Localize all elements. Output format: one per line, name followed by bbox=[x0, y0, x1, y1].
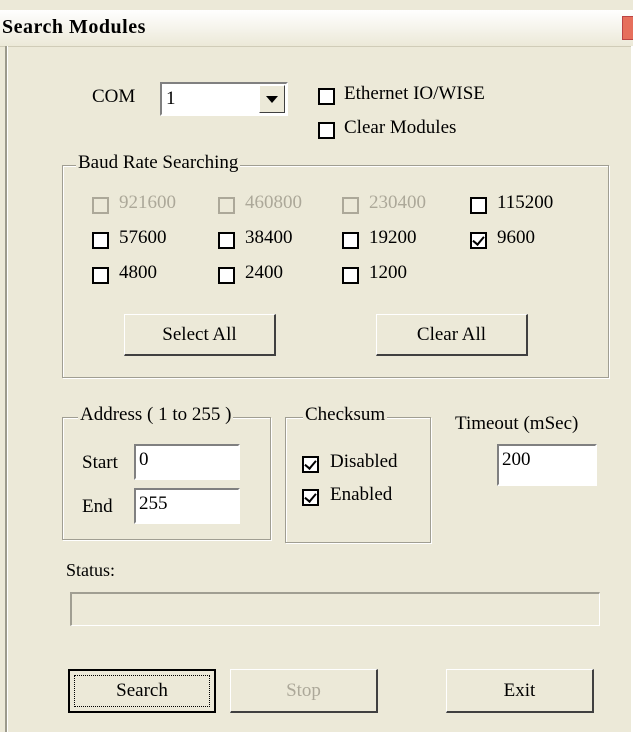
baud-1200-label: 1200 bbox=[369, 262, 407, 283]
stop-button[interactable]: Stop bbox=[230, 669, 378, 713]
baud-4800-label: 4800 bbox=[119, 262, 157, 283]
clear-modules-label: Clear Modules bbox=[344, 117, 457, 138]
checksum-disabled-checkbox[interactable] bbox=[302, 456, 319, 473]
title-bar[interactable]: Search Modules bbox=[0, 10, 633, 47]
timeout-input[interactable]: 200 bbox=[497, 444, 597, 486]
checksum-group-label: Checksum bbox=[303, 404, 388, 426]
baud-rate-group-label: Baud Rate Searching bbox=[76, 152, 241, 174]
baud-2400-checkbox[interactable] bbox=[218, 267, 235, 284]
checksum-group bbox=[285, 417, 431, 543]
baud-460800-label: 460800 bbox=[245, 192, 302, 213]
window-frame-left bbox=[5, 46, 8, 732]
clear-all-button[interactable]: Clear All bbox=[376, 314, 528, 356]
baud-19200-label: 19200 bbox=[369, 227, 417, 248]
chevron-down-icon[interactable] bbox=[259, 85, 285, 113]
timeout-value: 200 bbox=[502, 449, 531, 470]
baud-115200-checkbox[interactable] bbox=[470, 197, 487, 214]
end-address-input[interactable]: 255 bbox=[134, 488, 240, 524]
window-title: Search Modules bbox=[2, 16, 146, 38]
search-modules-window: Search Modules COM 1 Ethernet IO/WISE Cl… bbox=[0, 0, 633, 732]
exit-label: Exit bbox=[503, 679, 536, 701]
baud-57600-checkbox[interactable] bbox=[92, 232, 109, 249]
address-group-label: Address ( 1 to 255 ) bbox=[78, 404, 234, 426]
timeout-label: Timeout (mSec) bbox=[455, 413, 579, 434]
start-address-input[interactable]: 0 bbox=[134, 444, 240, 480]
select-all-button[interactable]: Select All bbox=[124, 314, 276, 356]
stop-label: Stop bbox=[286, 679, 321, 701]
com-port-value: 1 bbox=[166, 88, 176, 109]
baud-230400-checkbox[interactable] bbox=[342, 197, 359, 214]
start-address-value: 0 bbox=[139, 449, 149, 470]
baud-921600-checkbox[interactable] bbox=[92, 197, 109, 214]
clear-all-label: Clear All bbox=[416, 323, 487, 345]
baud-38400-label: 38400 bbox=[245, 227, 293, 248]
select-all-label: Select All bbox=[162, 323, 237, 345]
status-progress-bar bbox=[70, 592, 600, 626]
baud-4800-checkbox[interactable] bbox=[92, 267, 109, 284]
checksum-enabled-checkbox[interactable] bbox=[302, 489, 319, 506]
baud-2400-label: 2400 bbox=[245, 262, 283, 283]
end-label: End bbox=[82, 496, 113, 517]
baud-230400-label: 230400 bbox=[369, 192, 426, 213]
baud-9600-label: 9600 bbox=[497, 227, 535, 248]
checksum-enabled-label: Enabled bbox=[330, 484, 393, 505]
clear-modules-checkbox[interactable] bbox=[318, 122, 335, 139]
close-icon[interactable] bbox=[622, 16, 633, 40]
exit-button[interactable]: Exit bbox=[446, 669, 594, 713]
search-button[interactable]: Search bbox=[68, 669, 216, 713]
checksum-disabled-label: Disabled bbox=[330, 451, 398, 472]
baud-19200-checkbox[interactable] bbox=[342, 232, 359, 249]
baud-115200-label: 115200 bbox=[497, 192, 554, 213]
start-label: Start bbox=[82, 452, 118, 473]
ethernet-label: Ethernet IO/WISE bbox=[344, 83, 485, 104]
ethernet-checkbox[interactable] bbox=[318, 88, 335, 105]
baud-57600-label: 57600 bbox=[119, 227, 167, 248]
com-label: COM bbox=[92, 86, 136, 107]
baud-9600-checkbox[interactable] bbox=[470, 232, 487, 249]
baud-460800-checkbox[interactable] bbox=[218, 197, 235, 214]
end-address-value: 255 bbox=[139, 493, 168, 514]
baud-921600-label: 921600 bbox=[119, 192, 176, 213]
baud-1200-checkbox[interactable] bbox=[342, 267, 359, 284]
com-port-select[interactable]: 1 bbox=[160, 82, 288, 116]
status-label: Status: bbox=[66, 560, 116, 580]
baud-38400-checkbox[interactable] bbox=[218, 232, 235, 249]
search-label: Search bbox=[116, 680, 168, 701]
